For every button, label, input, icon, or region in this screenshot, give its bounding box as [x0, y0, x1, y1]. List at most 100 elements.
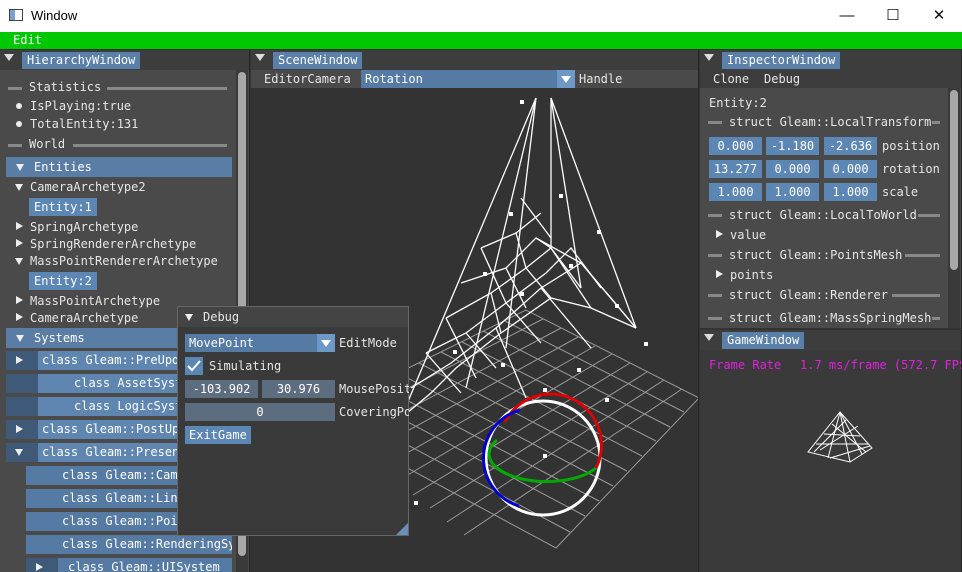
collapse-arrow-icon[interactable] [185, 314, 193, 321]
scale-label: scale [882, 185, 919, 199]
separator [708, 121, 722, 124]
game-tabbar: GameWindow [700, 330, 961, 350]
separator [932, 317, 940, 320]
component-local-transform: struct Gleam::LocalTransform [729, 115, 932, 129]
check-icon [187, 360, 201, 372]
tab-game[interactable]: GameWindow [722, 332, 805, 349]
system-row-rendering[interactable]: class Gleam::RenderingSystem [26, 535, 232, 554]
rotation-y[interactable]: 0.000 [766, 160, 819, 178]
tree-masspoint-renderer-archetype[interactable]: MassPointRendererArchetype [30, 252, 218, 270]
menu-bar: Edit [0, 32, 962, 49]
close-button[interactable]: ✕ [916, 0, 962, 32]
total-entity-text: TotalEntity:131 [30, 117, 139, 131]
systems-label: Systems [34, 331, 85, 345]
tree-spring-archetype[interactable]: SpringArchetype [30, 218, 138, 236]
mouse-position-label: MousePosition [339, 382, 409, 396]
position-label: position [882, 139, 940, 153]
app-icon [9, 9, 23, 21]
system-row-ui[interactable]: class Gleam::UISystem [26, 558, 232, 572]
chevron-right-icon[interactable] [16, 239, 23, 247]
entity-2-chip[interactable]: Entity:2 [29, 272, 97, 290]
covering-point-field[interactable]: 0 [185, 403, 335, 421]
rotation-x[interactable]: 13.277 [709, 160, 762, 178]
exit-game-button[interactable]: ExitGame [185, 426, 251, 444]
inspector-scrollbar[interactable] [948, 88, 960, 328]
chevron-right-icon[interactable] [716, 230, 723, 238]
edit-mode-dropdown[interactable]: MovePoint [185, 334, 335, 352]
debug-titlebar[interactable]: Debug [178, 307, 408, 327]
rotation-z[interactable]: 0.000 [824, 160, 877, 178]
menu-clone[interactable]: Clone [713, 70, 749, 88]
resize-grip-icon[interactable] [396, 523, 408, 535]
simulating-checkbox[interactable] [185, 357, 203, 375]
separator [932, 121, 940, 124]
collapse-arrow-icon[interactable] [255, 54, 265, 61]
chevron-down-icon [15, 449, 23, 456]
editor-camera-label: EditorCamera [264, 72, 351, 86]
edit-mode-label: EditMode [339, 336, 397, 350]
inspector-entity: Entity:2 [709, 96, 767, 110]
scrollbar-thumb[interactable] [950, 90, 958, 270]
collapse-arrow-icon[interactable] [704, 54, 714, 61]
chevron-down-icon[interactable] [15, 258, 23, 265]
separator [107, 87, 227, 90]
collapse-arrow-icon[interactable] [704, 334, 714, 341]
minimize-button[interactable]: — [824, 0, 870, 32]
tab-scene[interactable]: SceneWindow [273, 52, 363, 69]
hierarchy-tabbar: HierarchyWindow [0, 50, 249, 70]
system-label-ui: class Gleam::UISystem [58, 558, 232, 572]
handle-label: Handle [579, 72, 623, 86]
game-view-mesh [807, 411, 873, 463]
world-header: World [29, 137, 66, 151]
tab-hierarchy[interactable]: HierarchyWindow [22, 52, 141, 69]
simulating-label: Simulating [209, 359, 282, 373]
inspector-menubar: Clone Debug [700, 70, 961, 88]
position-x[interactable]: 0.000 [709, 137, 762, 155]
separator [708, 214, 722, 217]
position-z[interactable]: -2.636 [824, 137, 877, 155]
scale-z[interactable]: 1.000 [824, 183, 877, 201]
menu-edit[interactable]: Edit [13, 33, 42, 47]
title-bar: Window — ☐ ✕ [0, 0, 962, 32]
rotation-label: rotation [882, 162, 940, 176]
component-mass-spring-mesh: struct Gleam::MassSpringMesh [729, 311, 932, 325]
mouse-x-field[interactable]: -103.902 [185, 380, 258, 398]
rotation-dropdown[interactable]: Rotation [361, 70, 575, 88]
chevron-down-icon [317, 334, 335, 352]
tree-masspoint-archetype[interactable]: MassPointArchetype [30, 292, 160, 310]
mouse-y-field[interactable]: 30.976 [262, 380, 335, 398]
edit-mode-value: MovePoint [189, 336, 255, 350]
chevron-down-icon[interactable] [15, 184, 23, 191]
position-y[interactable]: -1.180 [766, 137, 819, 155]
maximize-button[interactable]: ☐ [870, 0, 916, 32]
rotation-dropdown-value: Rotation [365, 72, 423, 86]
tree-spring-renderer-archetype[interactable]: SpringRendererArchetype [30, 235, 196, 253]
entities-header[interactable]: Entities [6, 157, 232, 177]
scale-y[interactable]: 1.000 [766, 183, 819, 201]
chevron-right-icon[interactable] [16, 296, 23, 304]
chevron-right-icon[interactable] [16, 222, 23, 230]
window-title: Window [31, 8, 78, 23]
tree-camera-archetype[interactable]: CameraArchetype [30, 309, 138, 327]
component-points-mesh: struct Gleam::PointsMesh [729, 248, 903, 262]
separator [73, 144, 227, 147]
separator [708, 317, 722, 320]
chevron-right-icon[interactable] [16, 313, 23, 321]
chevron-right-icon[interactable] [716, 270, 723, 278]
scale-x[interactable]: 1.000 [709, 183, 762, 201]
frame-rate-value: 1.7 ms/frame (572.7 FPS) [800, 358, 962, 372]
tab-inspector[interactable]: InspectorWindow [722, 52, 841, 69]
chevron-right-icon [16, 425, 23, 433]
component-renderer: struct Gleam::Renderer [729, 288, 888, 302]
entity-1-chip[interactable]: Entity:1 [29, 198, 97, 216]
chevron-right-icon [36, 563, 43, 571]
bullet-icon [16, 103, 22, 109]
chevron-down-icon [16, 335, 24, 342]
separator [905, 254, 940, 257]
points-node[interactable]: points [730, 266, 773, 284]
collapse-arrow-icon[interactable] [4, 54, 14, 61]
tree-camera-archetype2[interactable]: CameraArchetype2 [30, 178, 146, 196]
inspector-tabbar: InspectorWindow [700, 50, 961, 70]
value-node[interactable]: value [730, 226, 766, 244]
menu-debug[interactable]: Debug [764, 70, 800, 88]
